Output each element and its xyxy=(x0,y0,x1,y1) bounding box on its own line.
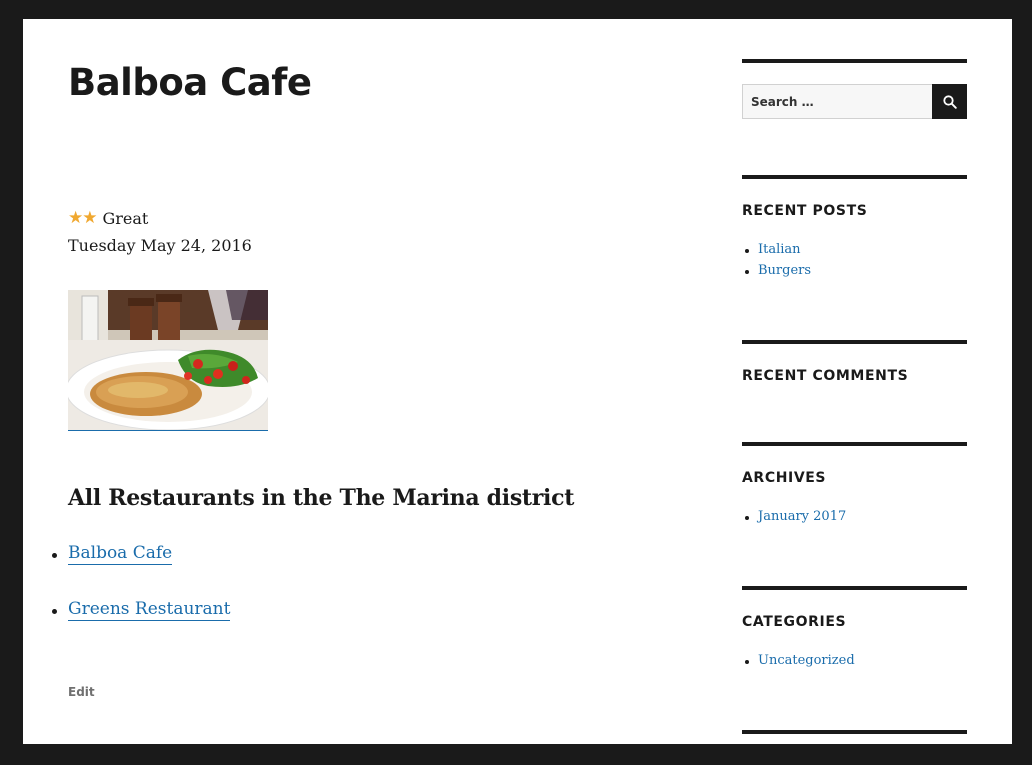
recent-posts-list: Italian Burgers xyxy=(744,242,811,284)
rating-label: Great xyxy=(102,208,149,228)
recent-posts-title: RECENT POSTS xyxy=(742,203,868,219)
restaurant-list: Balboa Cafe Greens Restaurant xyxy=(51,543,231,655)
post-date: Tuesday May 24, 2016 xyxy=(68,236,252,255)
post-thumbnail[interactable] xyxy=(68,290,268,431)
list-item: Burgers xyxy=(744,263,811,284)
archives-title: ARCHIVES xyxy=(742,470,827,486)
recent-comments-title: RECENT COMMENTS xyxy=(742,368,909,384)
restaurant-link[interactable]: Greens Restaurant xyxy=(68,599,231,621)
rating: ★★ Great xyxy=(68,208,148,228)
recent-post-link[interactable]: Italian xyxy=(758,242,801,257)
categories-list: Uncategorized xyxy=(745,653,855,674)
restaurant-link[interactable]: Balboa Cafe xyxy=(68,543,173,565)
list-item: Greens Restaurant xyxy=(51,599,231,655)
list-item: Uncategorized xyxy=(745,653,855,674)
search-input[interactable] xyxy=(742,84,932,119)
widget-divider xyxy=(742,730,967,734)
edit-link[interactable]: Edit xyxy=(68,685,95,699)
widget-divider xyxy=(742,175,967,179)
list-item: Italian xyxy=(744,242,811,263)
site-title[interactable]: Balboa Cafe xyxy=(68,61,312,104)
archive-link[interactable]: January 2017 xyxy=(758,509,846,524)
archives-list: January 2017 xyxy=(744,509,846,530)
list-item: January 2017 xyxy=(744,509,846,530)
star-rating-icon: ★★ xyxy=(68,208,98,228)
section-heading: All Restaurants in the The Marina distri… xyxy=(68,485,575,511)
search-icon xyxy=(942,94,957,109)
widget-divider xyxy=(742,340,967,344)
widget-divider xyxy=(742,59,967,63)
search-button[interactable] xyxy=(932,84,967,119)
widget-divider xyxy=(742,442,967,446)
category-link[interactable]: Uncategorized xyxy=(758,653,855,668)
food-photo-icon xyxy=(68,290,268,430)
widget-divider xyxy=(742,586,967,590)
list-item: Balboa Cafe xyxy=(51,543,230,599)
recent-post-link[interactable]: Burgers xyxy=(758,263,811,278)
page: Balboa Cafe ★★ Great Tuesday May 24, 201… xyxy=(23,19,1012,744)
search-form xyxy=(742,84,967,119)
categories-title: CATEGORIES xyxy=(742,614,847,630)
